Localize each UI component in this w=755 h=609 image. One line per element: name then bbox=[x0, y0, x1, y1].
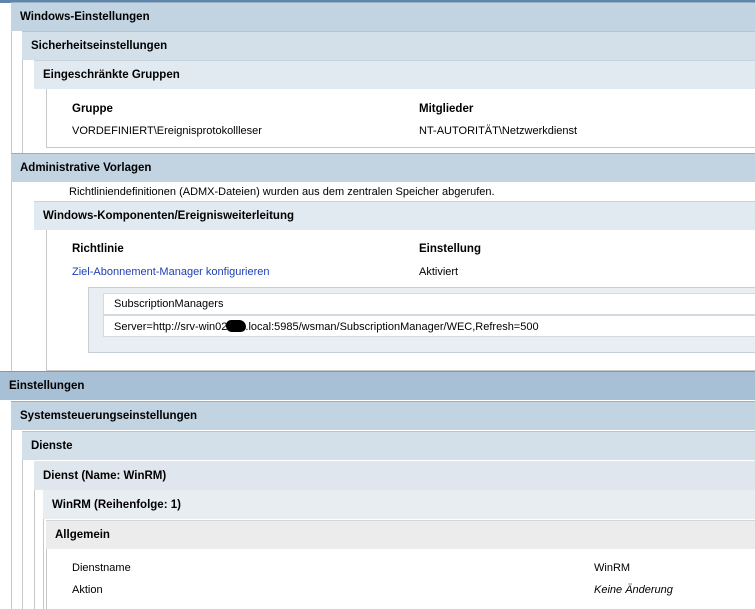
tree-guide-line bbox=[11, 31, 12, 153]
section-header-service-winrm[interactable]: Dienst (Name: WinRM) bbox=[34, 461, 755, 490]
tree-guide-line bbox=[22, 460, 23, 609]
policy-state: Aktiviert bbox=[419, 266, 459, 278]
tree-guide-line bbox=[43, 519, 44, 609]
admx-note: Richtliniendefinitionen (ADMX-Dateien) w… bbox=[69, 186, 495, 198]
section-title: Einstellungen bbox=[9, 380, 85, 392]
section-header-preferences[interactable]: Einstellungen bbox=[0, 371, 755, 400]
row-value-action: Keine Änderung bbox=[594, 584, 673, 596]
redaction-mark bbox=[226, 319, 247, 332]
policy-link-subscription-manager[interactable]: Ziel-Abonnement-Manager konfigurieren bbox=[72, 266, 270, 278]
tree-guide-line bbox=[46, 549, 47, 609]
policy-detail-panel: SubscriptionManagers Server=http://srv-w… bbox=[88, 287, 755, 353]
section-title: Administrative Vorlagen bbox=[20, 162, 152, 174]
section-header-restricted-groups[interactable]: Eingeschränkte Gruppen bbox=[34, 60, 755, 89]
detail-value-prefix: Server=http://srv-win02 bbox=[114, 320, 228, 333]
section-title: Windows-Komponenten/Ereignisweiterleitun… bbox=[43, 210, 294, 222]
row-value-service-name: WinRM bbox=[594, 562, 631, 574]
section-bottom-border bbox=[46, 147, 755, 148]
section-header-winrm-order[interactable]: WinRM (Reihenfolge: 1) bbox=[43, 490, 755, 519]
tree-guide-line bbox=[46, 230, 47, 371]
detail-label: SubscriptionManagers bbox=[114, 298, 224, 310]
cell-group: VORDEFINIERT\Ereignisprotokollleser bbox=[72, 125, 262, 137]
detail-value: Server=http://srv-win02 .local:5985/wsman… bbox=[114, 319, 539, 333]
detail-value-row: Server=http://srv-win02 .local:5985/wsman… bbox=[103, 315, 755, 337]
section-header-general[interactable]: Allgemein bbox=[46, 520, 755, 549]
row-label-service-name: Dienstname bbox=[72, 562, 131, 574]
column-header-setting: Einstellung bbox=[419, 243, 481, 255]
column-header-group: Gruppe bbox=[72, 103, 113, 115]
section-header-control-panel[interactable]: Systemsteuerungseinstellungen bbox=[11, 401, 755, 430]
section-title: Dienste bbox=[31, 440, 73, 452]
section-header-event-forwarding[interactable]: Windows-Komponenten/Ereignisweiterleitun… bbox=[34, 201, 755, 230]
cell-members: NT-AUTORITÄT\Netzwerkdienst bbox=[419, 125, 578, 137]
tree-guide-line bbox=[11, 430, 12, 609]
tree-guide-line bbox=[46, 89, 47, 147]
tree-guide-line bbox=[34, 490, 35, 609]
section-title: WinRM (Reihenfolge: 1) bbox=[52, 498, 181, 511]
detail-value-suffix: .local:5985/wsman/SubscriptionManager/WE… bbox=[245, 320, 539, 333]
section-title: Allgemein bbox=[55, 529, 110, 541]
section-header-windows-settings[interactable]: Windows-Einstellungen bbox=[11, 2, 755, 31]
section-title: Systemsteuerungseinstellungen bbox=[20, 410, 198, 422]
section-title: Sicherheitseinstellungen bbox=[31, 40, 168, 52]
section-title: Dienst (Name: WinRM) bbox=[43, 469, 167, 482]
tree-guide-line bbox=[22, 60, 23, 153]
section-header-services[interactable]: Dienste bbox=[22, 431, 755, 460]
section-header-security-settings[interactable]: Sicherheitseinstellungen bbox=[22, 31, 755, 60]
row-label-action: Aktion bbox=[72, 584, 103, 596]
column-header-policy: Richtlinie bbox=[72, 243, 124, 255]
section-title: Eingeschränkte Gruppen bbox=[43, 69, 180, 81]
section-title: Windows-Einstellungen bbox=[20, 11, 150, 23]
section-header-admin-templates[interactable]: Administrative Vorlagen bbox=[11, 153, 755, 182]
column-header-members: Mitglieder bbox=[419, 103, 474, 115]
tree-guide-line bbox=[11, 182, 12, 371]
detail-label-row: SubscriptionManagers bbox=[103, 293, 755, 315]
